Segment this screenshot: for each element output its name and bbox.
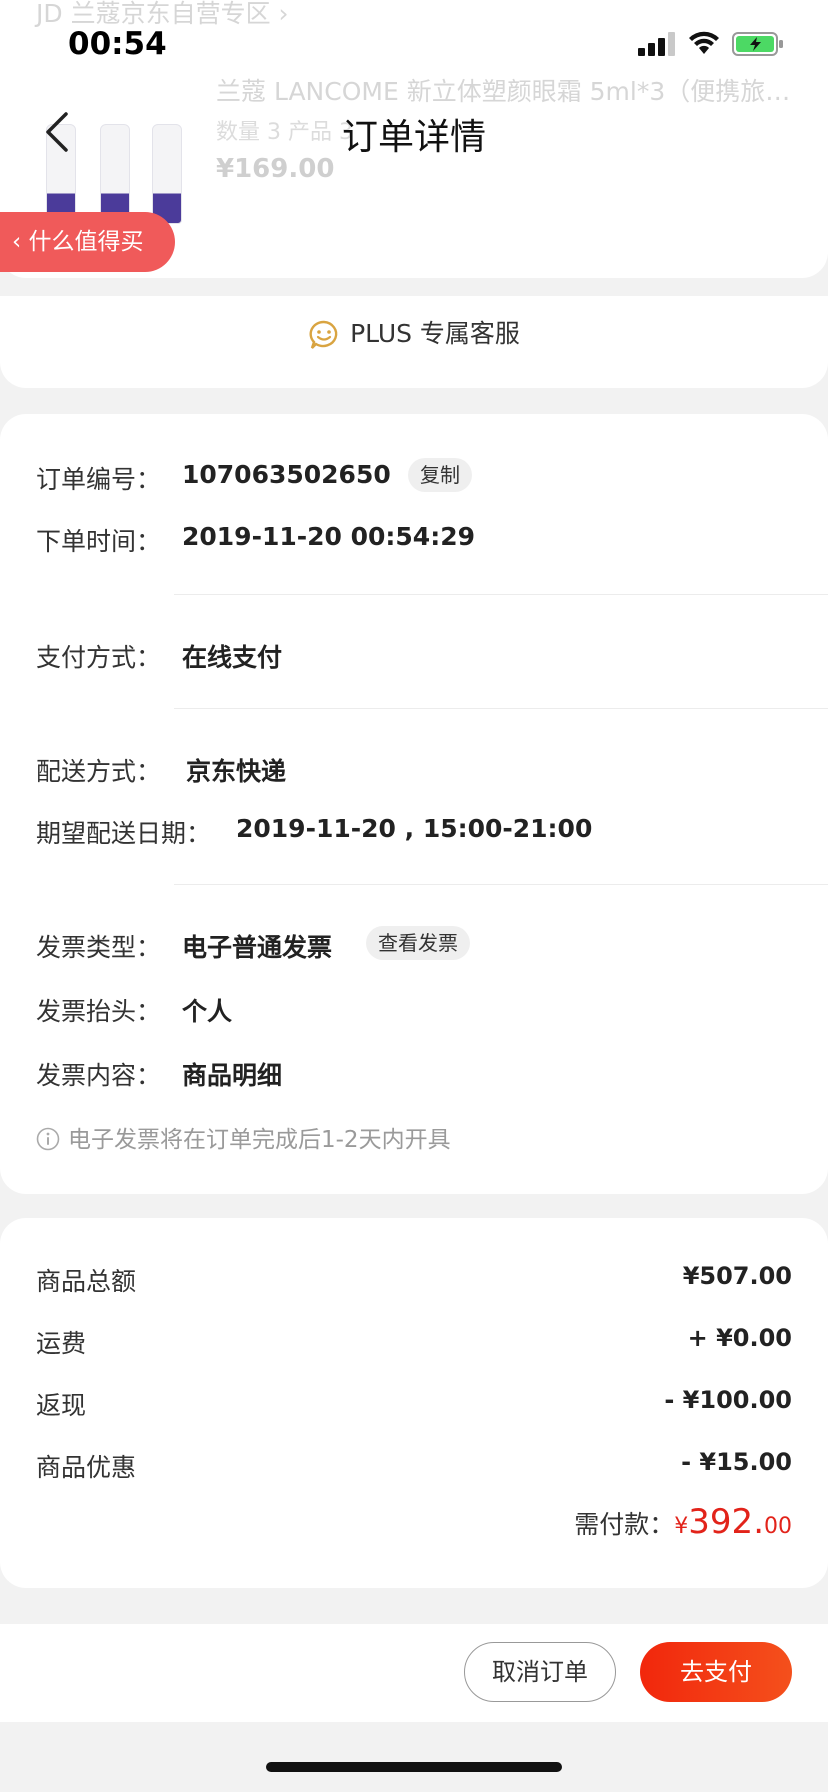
invoice-title-label: 发票抬头：: [36, 997, 162, 1026]
order-time-label: 下单时间：: [36, 527, 162, 556]
home-indicator[interactable]: [266, 1762, 562, 1772]
payable-label: 需付款：: [574, 1510, 675, 1539]
expected-date: 2019-11-20 , 15:00-21:00: [236, 814, 593, 843]
invoice-note: 电子发票将在订单完成后1-2天内开具: [36, 1120, 451, 1154]
battery-icon: [732, 32, 783, 56]
order-info-card: 订单编号： 107063502650 复制 下单时间： 2019-11-20 0…: [0, 414, 828, 1194]
delivery-label: 配送方式：: [36, 757, 162, 786]
price-card: 商品总额 ¥507.00 运费 + ¥0.00 返现 - ¥100.00 商品优…: [0, 1218, 828, 1588]
smile-chat-icon: [309, 320, 338, 349]
invoice-note-text: 电子发票将在订单完成后1-2天内开具: [68, 1127, 451, 1153]
pay-method-label: 支付方式：: [36, 643, 162, 672]
copy-button[interactable]: 复制: [408, 458, 472, 492]
invoice-title: 个人: [182, 997, 233, 1026]
smzdm-back-tag[interactable]: ‹ 什么值得买: [0, 212, 175, 272]
divider: [174, 708, 828, 709]
delivery-method: 京东快递: [186, 757, 287, 786]
invoice-content-label: 发票内容：: [36, 1061, 162, 1090]
payable-currency: ¥: [674, 1514, 689, 1539]
order-number: 107063502650: [182, 460, 391, 489]
info-icon: [36, 1127, 60, 1151]
shipping-label: 运费: [36, 1329, 87, 1358]
status-time: 00:54: [68, 26, 167, 62]
shipping-fee: + ¥0.00: [687, 1324, 792, 1352]
expected-date-label: 期望配送日期：: [36, 819, 212, 848]
cashback-label: 返现: [36, 1391, 87, 1420]
plus-service-label: PLUS 专属客服: [350, 319, 520, 348]
signal-icon: [638, 32, 676, 56]
payable-total: 需付款：¥392.00: [574, 1502, 792, 1542]
view-invoice-button[interactable]: 查看发票: [366, 926, 470, 960]
invoice-type-label: 发票类型：: [36, 933, 162, 962]
divider: [174, 594, 828, 595]
pay-button[interactable]: 去支付: [640, 1642, 792, 1702]
invoice-type: 电子普通发票: [182, 933, 333, 962]
plus-service-card[interactable]: PLUS 专属客服: [0, 296, 828, 388]
discount: - ¥15.00: [681, 1448, 792, 1476]
bottom-action-bar: 取消订单 去支付: [0, 1624, 828, 1722]
goods-total-label: 商品总额: [36, 1267, 137, 1296]
invoice-content: 商品明细: [182, 1061, 283, 1090]
product-title: 兰蔻 LANCOME 新立体塑颜眼霜 5ml*3（便携旅行…: [216, 77, 796, 106]
cashback: - ¥100.00: [664, 1386, 792, 1414]
divider: [174, 884, 828, 885]
order-number-label: 订单编号：: [36, 465, 162, 494]
goods-total: ¥507.00: [682, 1262, 792, 1290]
pay-method: 在线支付: [182, 643, 283, 672]
discount-label: 商品优惠: [36, 1453, 137, 1482]
cancel-order-button[interactable]: 取消订单: [464, 1642, 616, 1702]
wifi-icon: [689, 31, 719, 54]
payable-amount: 392.: [688, 1502, 764, 1542]
order-time: 2019-11-20 00:54:29: [182, 522, 475, 551]
payable-cents: 00: [764, 1514, 792, 1539]
page-title: 订单详情: [341, 117, 486, 158]
